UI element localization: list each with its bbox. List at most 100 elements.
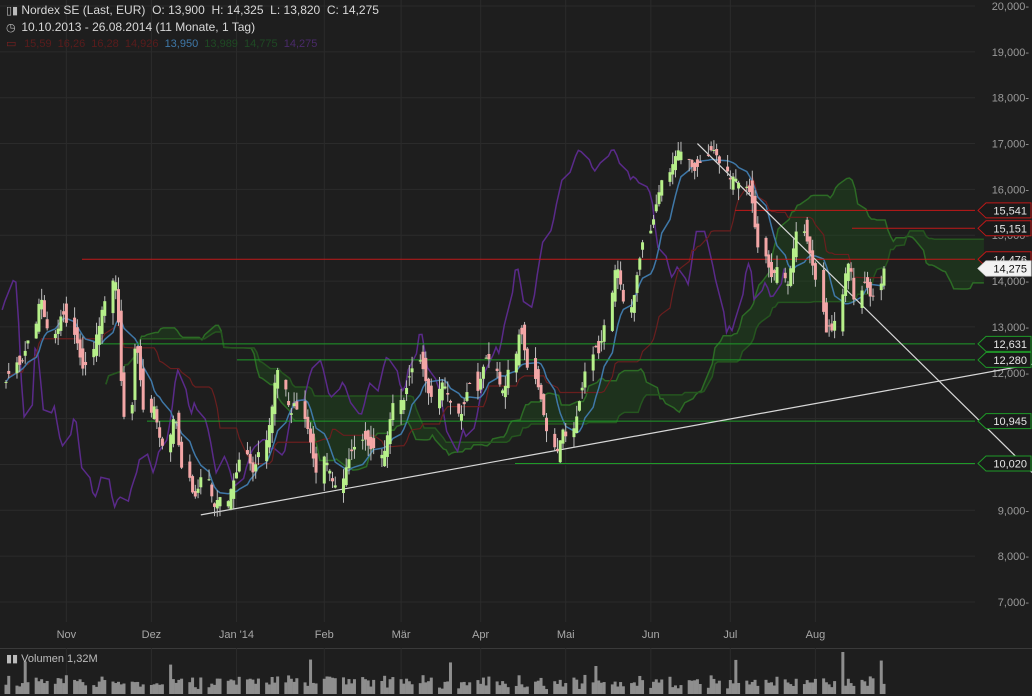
candle-body bbox=[215, 500, 219, 509]
chart-header-range: ◷ 10.10.2013 - 26.08.2014 (11 Monate, 1 … bbox=[6, 20, 255, 34]
volume-bar bbox=[846, 678, 850, 694]
volume-bar bbox=[712, 678, 716, 694]
volume-bar bbox=[698, 684, 702, 694]
candle-body bbox=[726, 166, 730, 172]
candle-body bbox=[276, 370, 280, 389]
volume-bar bbox=[841, 652, 845, 694]
volume-bar bbox=[580, 683, 584, 694]
candle-body bbox=[303, 401, 307, 420]
volume-bar bbox=[418, 683, 422, 694]
candle-body bbox=[388, 419, 392, 445]
volume-bar bbox=[152, 684, 156, 694]
candle-body bbox=[155, 409, 159, 423]
volume-bar bbox=[676, 688, 680, 694]
x-tick-label: Jun bbox=[642, 629, 660, 641]
volume-bar bbox=[276, 676, 280, 694]
volume-bar bbox=[770, 682, 774, 694]
candle-body bbox=[457, 403, 461, 414]
volume-bar bbox=[369, 686, 373, 694]
price-tag-label: 15,541 bbox=[993, 205, 1027, 217]
volume-bar bbox=[232, 680, 236, 694]
candle-body bbox=[591, 354, 595, 371]
volume-bar bbox=[641, 680, 645, 694]
candle-body bbox=[4, 381, 8, 383]
candle-body bbox=[693, 162, 697, 171]
price-chart[interactable]: 7,000-8,000-9,000-10,000-11,000-12,000-1… bbox=[0, 0, 1032, 696]
volume-bar bbox=[103, 680, 107, 694]
volume-bar bbox=[811, 682, 815, 694]
candle-body bbox=[459, 413, 463, 421]
candle-body bbox=[715, 148, 719, 156]
volume-bar bbox=[635, 685, 639, 694]
volume-bar bbox=[794, 678, 798, 694]
volume-bar bbox=[805, 680, 809, 694]
clock-icon: ◷ bbox=[6, 22, 16, 34]
high-value: H: 14,325 bbox=[211, 3, 264, 17]
candle-body bbox=[114, 282, 118, 291]
candle-body bbox=[860, 290, 864, 308]
candle-body bbox=[366, 430, 370, 446]
candlestick-icon: ▯▮ bbox=[6, 5, 19, 17]
volume-bar bbox=[824, 682, 828, 694]
volume-bar bbox=[619, 682, 623, 694]
volume-bar bbox=[879, 660, 883, 694]
candle-body bbox=[813, 263, 817, 280]
volume-bar bbox=[81, 682, 85, 694]
candle-body bbox=[116, 289, 120, 323]
volume-bar bbox=[764, 679, 768, 694]
date-range: 10.10.2013 - 26.08.2014 (11 Monate, 1 Ta… bbox=[21, 20, 256, 34]
candle-body bbox=[169, 434, 173, 453]
volume-bar bbox=[309, 659, 313, 694]
volume-bar bbox=[827, 684, 831, 694]
volume-bar bbox=[438, 687, 442, 694]
volume-bar bbox=[687, 680, 691, 694]
volume-bar bbox=[621, 686, 625, 694]
volume-bar bbox=[114, 683, 118, 694]
volume-bar bbox=[503, 683, 507, 694]
candle-body bbox=[525, 348, 529, 368]
candle-body bbox=[256, 452, 260, 458]
volume-bar bbox=[868, 676, 872, 694]
candle-body bbox=[188, 461, 192, 478]
volume-bar bbox=[775, 676, 779, 694]
volume-bar bbox=[78, 679, 82, 694]
candle-body bbox=[385, 435, 389, 457]
volume-bar bbox=[632, 682, 636, 694]
volume-bar bbox=[245, 679, 249, 694]
candle-body bbox=[657, 192, 661, 205]
price-tag-label: 10,945 bbox=[993, 416, 1027, 428]
volume-bar bbox=[388, 679, 392, 694]
candle-body bbox=[245, 450, 249, 455]
volume-bar bbox=[534, 681, 538, 694]
volume-bar bbox=[789, 684, 793, 694]
volume-bar bbox=[23, 661, 27, 694]
volume-text: Volumen 1,32M bbox=[21, 653, 98, 665]
candle-body bbox=[399, 400, 403, 415]
x-tick-label: Apr bbox=[472, 629, 489, 641]
price-tag-label: 15,151 bbox=[993, 223, 1027, 235]
candle-body bbox=[383, 450, 387, 467]
volume-bar bbox=[133, 682, 137, 694]
volume-bar bbox=[314, 683, 318, 694]
volume-bar bbox=[234, 684, 238, 694]
volume-bar bbox=[73, 679, 77, 694]
candle-body bbox=[136, 346, 140, 353]
candle-body bbox=[654, 204, 658, 212]
volume-bar bbox=[347, 679, 351, 694]
candle-body bbox=[75, 327, 79, 344]
indicator-value: 13,989 bbox=[204, 38, 238, 50]
candle-body bbox=[92, 348, 96, 358]
candle-body bbox=[309, 428, 313, 443]
low-value: L: 13,820 bbox=[270, 3, 321, 17]
price-tag-label: 14,275 bbox=[993, 263, 1027, 275]
candle-body bbox=[152, 406, 156, 420]
volume-bar bbox=[213, 684, 217, 694]
volume-bar bbox=[523, 687, 527, 694]
candle-body bbox=[695, 159, 699, 167]
volume-bar bbox=[267, 684, 271, 694]
volume-bar bbox=[64, 675, 68, 694]
candle-body bbox=[138, 345, 142, 381]
candle-body bbox=[103, 301, 107, 316]
volume-bar bbox=[583, 674, 587, 694]
candle-body bbox=[149, 398, 153, 413]
